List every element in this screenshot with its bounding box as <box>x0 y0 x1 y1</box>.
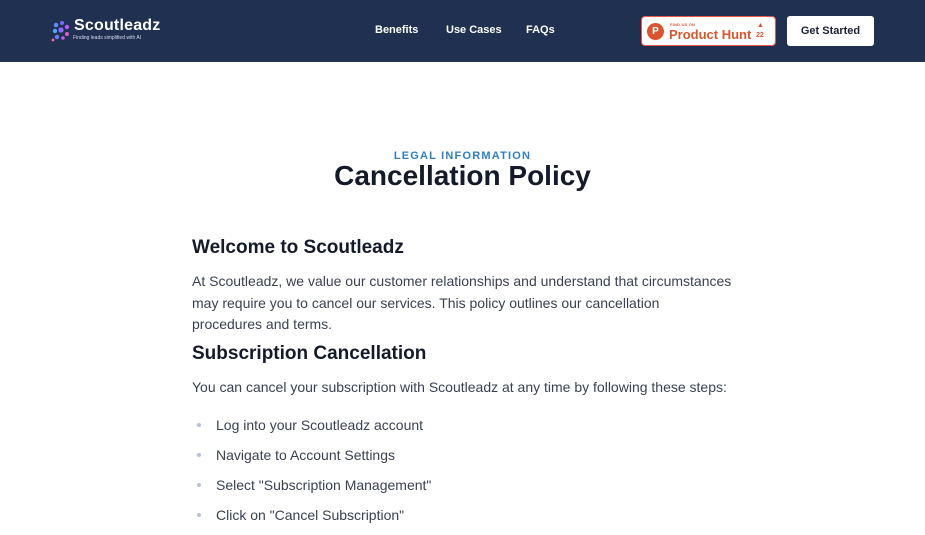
nav-link-faqs[interactable]: FAQs <box>526 24 555 36</box>
nav-link-benefits[interactable]: Benefits <box>375 24 418 36</box>
step-text: Select "Subscription Management" <box>216 477 432 493</box>
upvote-arrow-icon: ▲ <box>757 22 764 29</box>
product-hunt-badge[interactable]: P FIND US ON Product Hunt ▲ 22 <box>641 16 776 46</box>
list-item: Navigate to Account Settings <box>192 445 431 475</box>
welcome-paragraph: At Scoutleadz, we value our customer rel… <box>192 273 732 332</box>
page-title: Cancellation Policy <box>334 160 591 191</box>
site-header: Scoutleadz Finding leads simplified with… <box>0 0 925 62</box>
get-started-button[interactable]: Get Started <box>787 16 874 46</box>
step-text: Navigate to Account Settings <box>216 447 395 463</box>
product-hunt-icon: P <box>647 23 664 40</box>
list-item: Click on "Cancel Subscription" <box>192 505 431 535</box>
scoutleadz-logo[interactable]: Scoutleadz Finding leads simplified with… <box>50 17 165 45</box>
bullet-icon <box>197 513 201 517</box>
upvote-count: 22 <box>756 32 764 39</box>
nav-link-use-cases[interactable]: Use Cases <box>446 24 502 36</box>
bullet-icon <box>197 423 201 427</box>
bullet-icon <box>197 453 201 457</box>
welcome-heading: Welcome to Scoutleadz <box>192 237 404 258</box>
subscription-cancellation-heading: Subscription Cancellation <box>192 343 427 364</box>
logo-wordmark: Scoutleadz <box>74 17 161 34</box>
step-text: Log into your Scoutleadz account <box>216 417 424 433</box>
subscription-paragraph: You can cancel your subscription with Sc… <box>192 379 727 395</box>
logo-tagline: Finding leads simplified with AI <box>73 35 142 41</box>
list-item: Log into your Scoutleadz account <box>192 415 431 445</box>
step-text: Click on "Cancel Subscription" <box>216 507 405 523</box>
logo-icon <box>51 21 70 42</box>
product-hunt-name: Product Hunt <box>669 27 752 42</box>
list-item: Select "Subscription Management" <box>192 475 431 505</box>
cancellation-steps-list: Log into your Scoutleadz account Navigat… <box>192 415 431 535</box>
bullet-icon <box>197 483 201 487</box>
